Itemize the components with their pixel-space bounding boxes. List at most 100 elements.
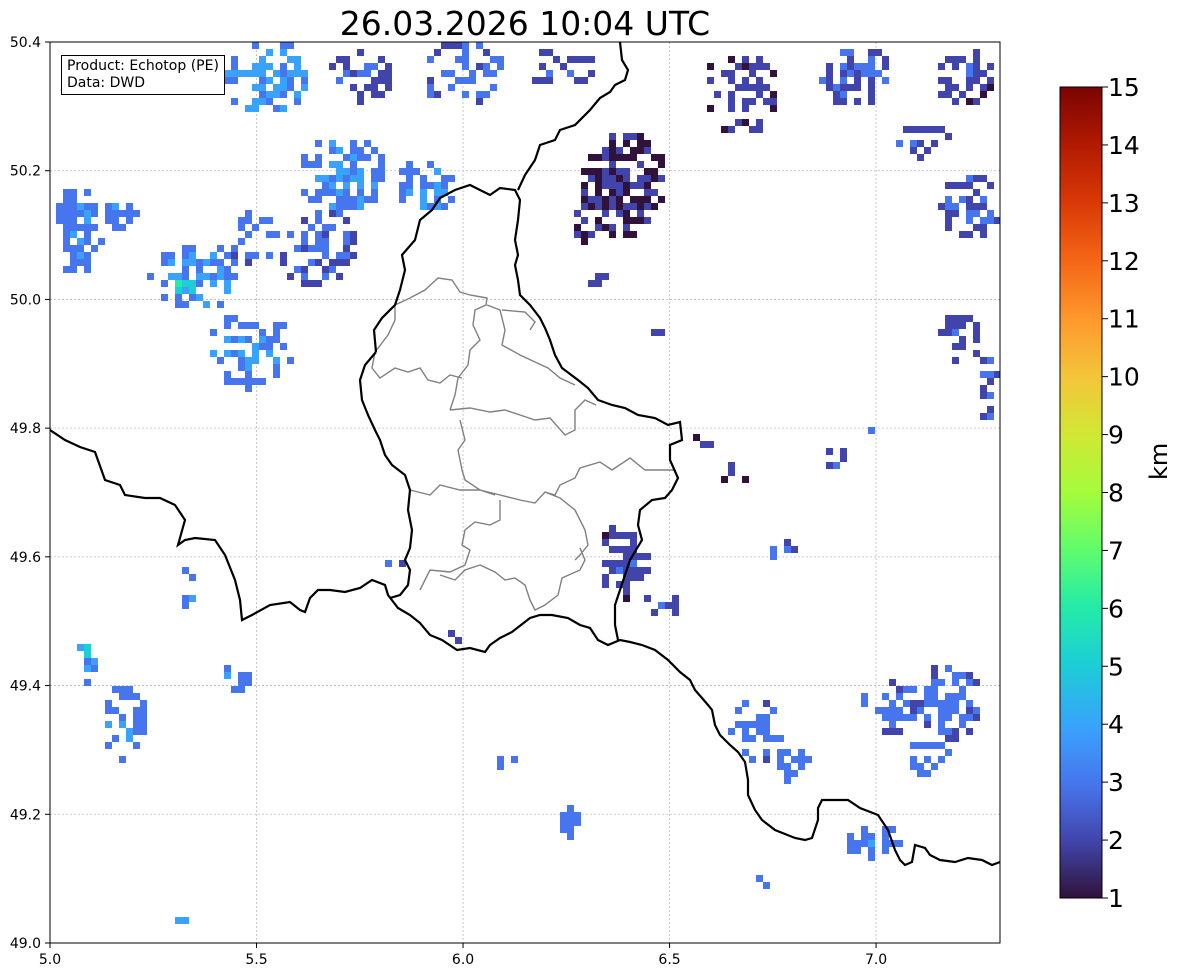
echo-cell	[70, 196, 77, 203]
echo-cell	[357, 70, 364, 77]
echo-cell	[126, 735, 133, 742]
echo-cell	[336, 175, 343, 182]
echo-cell	[245, 210, 252, 217]
echo-cell	[987, 217, 994, 224]
echo-cell	[427, 91, 434, 98]
echo-cell	[63, 231, 70, 238]
echo-cell	[210, 350, 217, 357]
echo-cell	[602, 574, 609, 581]
echo-cell	[742, 105, 749, 112]
echo-cell	[560, 826, 567, 833]
echo-cell	[483, 49, 490, 56]
echo-cell	[595, 175, 602, 182]
echo-cell	[77, 644, 84, 651]
echo-cell	[280, 322, 287, 329]
echo-cell	[560, 812, 567, 819]
echo-cell	[252, 357, 259, 364]
echo-cell	[77, 252, 84, 259]
echo-cell	[126, 203, 133, 210]
echo-cell	[903, 714, 910, 721]
echo-cell	[952, 329, 959, 336]
echo-cell	[840, 49, 847, 56]
echo-cell	[231, 273, 238, 280]
echo-cell	[630, 560, 637, 567]
echo-cell	[84, 658, 91, 665]
echo-cell	[973, 707, 980, 714]
echo-cell	[357, 91, 364, 98]
echo-cell	[336, 252, 343, 259]
echo-cell	[343, 175, 350, 182]
echo-cell	[224, 322, 231, 329]
echo-cell	[70, 245, 77, 252]
echo-cell	[539, 77, 546, 84]
echo-cell	[252, 343, 259, 350]
echo-cell	[189, 245, 196, 252]
echo-cell	[357, 203, 364, 210]
echo-cell	[364, 63, 371, 70]
echo-cell	[651, 175, 658, 182]
echo-cell	[966, 728, 973, 735]
echo-cell	[231, 315, 238, 322]
echo-cell	[308, 196, 315, 203]
echo-cell	[742, 700, 749, 707]
echo-cell	[357, 182, 364, 189]
echo-cell	[672, 609, 679, 616]
echo-cell	[217, 266, 224, 273]
echo-cell	[882, 847, 889, 854]
echo-cell	[140, 721, 147, 728]
echo-cell	[868, 98, 875, 105]
echo-cell	[602, 581, 609, 588]
colorbar-ticks: 123456789101112131415	[1102, 73, 1140, 913]
echo-cell	[945, 707, 952, 714]
echo-cell	[378, 161, 385, 168]
echo-cell	[826, 77, 833, 84]
echo-cell	[301, 217, 308, 224]
echo-cell	[357, 154, 364, 161]
echo-cell	[749, 721, 756, 728]
echo-cell	[287, 70, 294, 77]
echo-cell	[959, 231, 966, 238]
echo-cell	[784, 770, 791, 777]
echo-cell	[980, 203, 987, 210]
colorbar-tick-label: 15	[1108, 73, 1140, 102]
echo-cell	[966, 84, 973, 91]
echo-cell	[924, 721, 931, 728]
echo-cell	[441, 203, 448, 210]
echo-cell	[630, 133, 637, 140]
echo-cell	[315, 189, 322, 196]
echo-cell	[217, 245, 224, 252]
echo-cell	[616, 168, 623, 175]
echo-cell	[315, 280, 322, 287]
echo-cell	[966, 70, 973, 77]
echo-cell	[616, 154, 623, 161]
echo-cell	[231, 350, 238, 357]
echo-cell	[910, 756, 917, 763]
echo-cell	[980, 175, 987, 182]
echo-cell	[826, 448, 833, 455]
echo-cell	[231, 98, 238, 105]
echo-cell	[854, 98, 861, 105]
echo-cell	[616, 567, 623, 574]
echo-cell	[406, 189, 413, 196]
echo-cell	[644, 217, 651, 224]
echo-cell	[882, 714, 889, 721]
echo-cell	[434, 189, 441, 196]
echo-cell	[350, 147, 357, 154]
echo-cell	[420, 196, 427, 203]
echo-cell	[763, 882, 770, 889]
echo-cell	[882, 833, 889, 840]
echo-cell	[728, 70, 735, 77]
echo-cell	[854, 77, 861, 84]
echo-cell	[630, 182, 637, 189]
echo-cell	[602, 532, 609, 539]
echo-cell	[903, 126, 910, 133]
echo-cell	[945, 133, 952, 140]
echo-cell	[784, 763, 791, 770]
echo-cell	[336, 203, 343, 210]
echo-cell	[595, 182, 602, 189]
echo-cell	[245, 378, 252, 385]
echo-cell	[875, 70, 882, 77]
echo-cell	[777, 756, 784, 763]
echo-cell	[280, 77, 287, 84]
echo-cell	[560, 819, 567, 826]
